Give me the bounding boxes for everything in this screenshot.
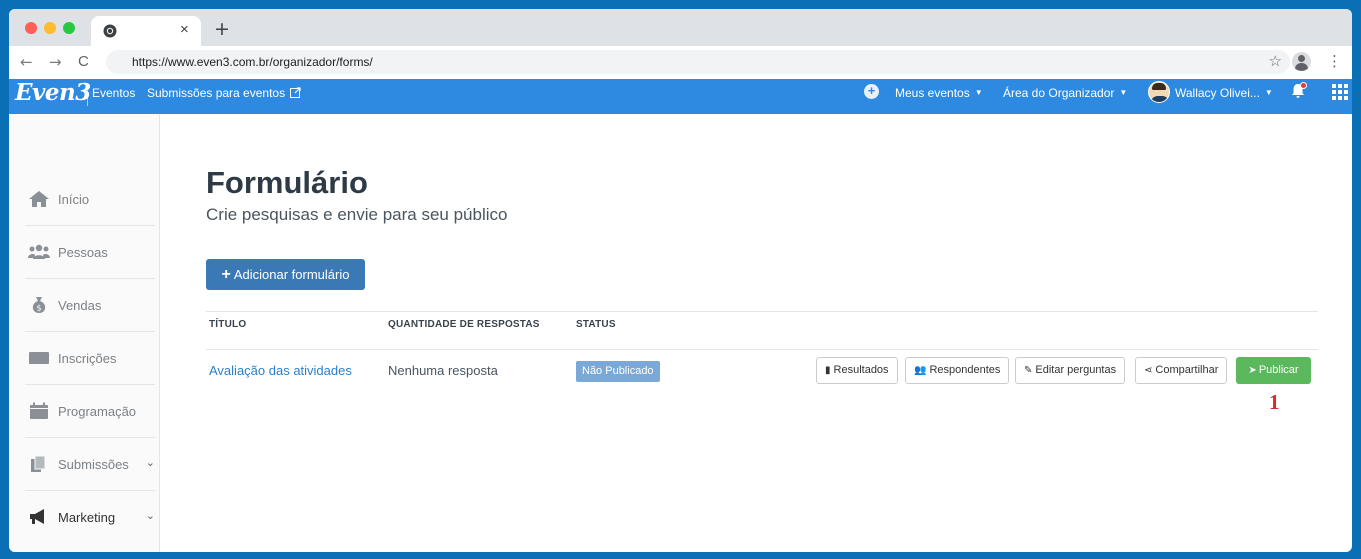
form-title-link[interactable]: Avaliação das atividades [209, 363, 352, 378]
svg-text:$: $ [37, 304, 42, 313]
reload-icon[interactable]: C [78, 53, 89, 70]
nav-eventos[interactable]: Eventos [92, 86, 135, 100]
results-label: Resultados [833, 364, 889, 376]
close-tab-icon[interactable]: × [180, 21, 189, 38]
edit-icon: ✎ [1024, 365, 1033, 376]
table-divider [206, 349, 1318, 350]
user-name-label: Wallacy Olivei... [1175, 86, 1260, 100]
documents-icon [31, 455, 46, 472]
share-label: Compartilhar [1155, 364, 1219, 376]
megaphone-icon [30, 509, 44, 524]
sidebar-item-inscricoes[interactable]: Inscrições [25, 332, 155, 385]
add-form-label: Adicionar formulário [233, 267, 350, 282]
app-navbar: Even3 Eventos Submissões para eventos + … [9, 79, 1352, 114]
sidebar-item-programacao[interactable]: Programação [25, 385, 155, 438]
column-header-titulo[interactable]: TÍTULO [209, 319, 246, 330]
external-link-icon [290, 87, 302, 98]
users-icon: 👥 [914, 365, 927, 376]
caret-down-icon: ▼ [1119, 88, 1128, 97]
people-icon [28, 244, 50, 259]
user-menu-dropdown[interactable]: Wallacy Olivei... ▼ [1175, 86, 1273, 100]
sidebar-item-pessoas[interactable]: Pessoas [25, 226, 155, 279]
publish-label: Publicar [1258, 364, 1299, 376]
sidebar-item-label: Início [58, 192, 90, 207]
share-icon: ⋖ [1144, 365, 1153, 376]
maximize-window-button[interactable] [63, 22, 75, 34]
area-organizador-label: Área do Organizador [1003, 86, 1115, 100]
column-header-quantidade[interactable]: QUANTIDADE DE RESPOSTAS [388, 319, 540, 330]
sidebar-item-vendas[interactable]: $ Vendas [25, 279, 155, 332]
sidebar-item-label: Submissões [58, 457, 129, 472]
area-organizador-dropdown[interactable]: Área do Organizador ▼ [1003, 86, 1127, 100]
address-bar[interactable]: https://www.even3.com.br/organizador/for… [106, 50, 1290, 74]
chevron-down-icon[interactable]: ⌄ [146, 456, 155, 469]
page-subtitle: Crie pesquisas e envie para seu público [206, 205, 508, 224]
publish-button[interactable]: ➤ Publicar [1236, 357, 1311, 384]
status-badge: Não Publicado [576, 361, 660, 382]
browser-toolbar: ← → C https://www.even3.com.br/organizad… [9, 46, 1352, 79]
edit-questions-button[interactable]: ✎ Editar perguntas [1015, 357, 1126, 384]
meus-eventos-label: Meus eventos [895, 86, 970, 100]
bookmark-star-icon[interactable]: ☆ [1269, 52, 1282, 70]
browser-menu-icon[interactable]: ⋮ [1327, 52, 1342, 70]
notification-dot [1300, 82, 1307, 89]
page-title: Formulário [206, 165, 368, 200]
minimize-window-button[interactable] [44, 22, 56, 34]
caret-down-icon: ▼ [974, 88, 983, 97]
table-divider [206, 311, 1318, 312]
sidebar-item-marketing[interactable]: Marketing ⌄ [25, 491, 155, 544]
back-icon[interactable]: ← [20, 53, 33, 71]
home-icon [29, 191, 49, 207]
column-header-status[interactable]: STATUS [576, 319, 616, 330]
nav-submissoes-link[interactable]: Submissões para eventos [147, 86, 302, 100]
tab-strip: × + [9, 9, 1352, 46]
browser-tab[interactable]: × [91, 16, 201, 46]
create-event-icon[interactable]: + [864, 84, 879, 99]
url-text: https://www.even3.com.br/organizador/for… [132, 55, 373, 69]
file-icon: ▮ [825, 365, 831, 376]
chevron-down-icon[interactable]: ⌄ [146, 509, 155, 522]
sidebar-item-label: Vendas [58, 298, 102, 313]
sidebar-item-label: Programação [58, 404, 137, 419]
even3-logo[interactable]: Even3 [15, 79, 91, 106]
sidebar: Início Pessoas $ Vendas Inscrições Progr… [9, 114, 160, 552]
new-tab-button[interactable]: + [214, 18, 230, 40]
meus-eventos-dropdown[interactable]: Meus eventos ▼ [895, 86, 983, 100]
caret-down-icon: ▼ [1264, 88, 1273, 97]
respondents-button[interactable]: 👥 Respondentes [905, 357, 1010, 384]
sidebar-item-label: Marketing [58, 510, 116, 525]
browser-window: × + ← → C https://www.even3.com.br/organ… [9, 9, 1352, 552]
sidebar-item-submissoes[interactable]: Submissões ⌄ [25, 438, 155, 491]
paper-plane-icon: ➤ [1248, 365, 1257, 376]
sidebar-item-label: Pessoas [58, 245, 108, 260]
respondents-label: Respondentes [929, 364, 1001, 376]
sidebar-item-label: Inscrições [58, 351, 117, 366]
nav-submissoes-label: Submissões para eventos [147, 86, 286, 100]
avatar[interactable] [1148, 81, 1170, 103]
share-button[interactable]: ⋖ Compartilhar [1135, 357, 1228, 384]
profile-icon[interactable] [1292, 52, 1311, 71]
close-window-button[interactable] [25, 22, 37, 34]
money-bag-icon: $ [32, 297, 46, 313]
logo-divider [87, 84, 88, 106]
annotation-marker: 1 [1269, 390, 1280, 414]
responses-count: Nenhuma resposta [388, 363, 498, 378]
apps-grid-icon[interactable] [1332, 84, 1348, 100]
ticket-icon [29, 352, 49, 364]
calendar-icon [30, 402, 48, 419]
sidebar-item-inicio[interactable]: Início [25, 173, 155, 226]
edit-questions-label: Editar perguntas [1035, 364, 1117, 376]
chrome-icon [103, 24, 117, 38]
forward-icon[interactable]: → [49, 53, 62, 71]
add-form-button[interactable]: + Adicionar formulário [206, 259, 365, 290]
results-button[interactable]: ▮ Resultados [816, 357, 898, 384]
notification-bell-icon[interactable] [1291, 82, 1307, 99]
plus-icon: + [221, 266, 231, 283]
